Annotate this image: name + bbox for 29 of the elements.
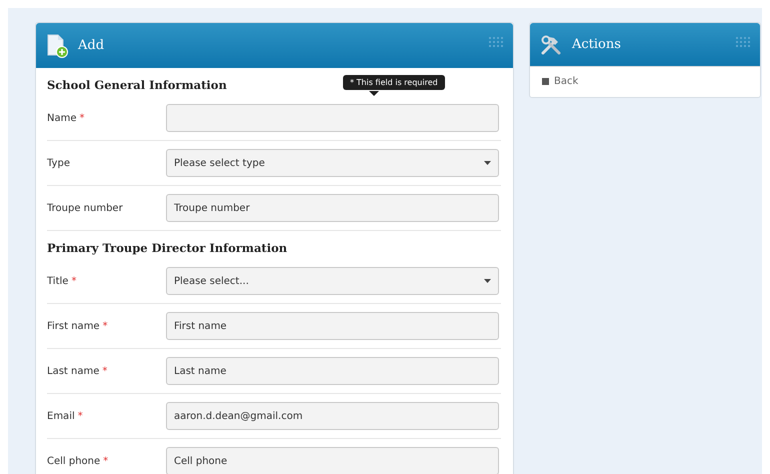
panel-title: Actions bbox=[572, 37, 621, 52]
field-label: Name * bbox=[47, 112, 85, 124]
select-field[interactable]: Please select type bbox=[166, 149, 499, 177]
caret-icon bbox=[484, 279, 491, 283]
field-label: Troupe number bbox=[47, 202, 123, 214]
field-label: Email * bbox=[47, 410, 83, 422]
back-link[interactable]: Back bbox=[542, 76, 748, 87]
input-field[interactable] bbox=[166, 104, 499, 132]
input-field[interactable]: First name bbox=[166, 312, 499, 340]
tools-icon bbox=[540, 34, 562, 56]
caret-icon bbox=[484, 161, 491, 165]
input-field[interactable]: Last name bbox=[166, 357, 499, 385]
field-label: Title * bbox=[47, 276, 76, 286]
field-label: First name * bbox=[47, 320, 108, 332]
input-field[interactable]: Troupe number bbox=[166, 194, 499, 222]
add-document-icon bbox=[46, 34, 68, 58]
section-heading: Primary Troupe Director Information bbox=[47, 241, 288, 255]
field-label: Type bbox=[47, 158, 70, 168]
tooltip-arrow bbox=[369, 91, 379, 96]
select-field[interactable]: Please select... bbox=[166, 267, 499, 295]
input-field[interactable]: aaron.d.dean@gmail.com bbox=[166, 402, 499, 430]
grip-icon[interactable] bbox=[736, 37, 750, 47]
panel-title: Add bbox=[78, 38, 104, 53]
back-icon bbox=[542, 78, 549, 85]
grip-icon[interactable] bbox=[489, 37, 503, 47]
field-label: Last name * bbox=[47, 366, 108, 376]
field-label: Cell phone * bbox=[47, 456, 108, 466]
section-heading: School General Information bbox=[47, 78, 227, 92]
input-field[interactable]: Cell phone bbox=[166, 447, 499, 474]
